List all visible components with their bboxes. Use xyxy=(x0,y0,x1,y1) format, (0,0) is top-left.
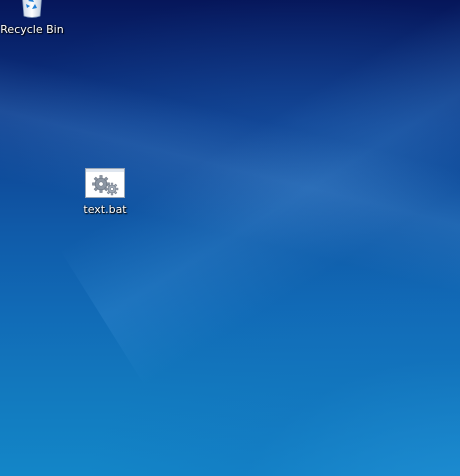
text-bat-label: text.bat xyxy=(83,203,127,216)
recycle-bin-icon xyxy=(15,0,49,20)
desktop-icon-text-bat[interactable]: text.bat xyxy=(69,168,141,216)
desktop[interactable]: Recycle Bin text.bat xyxy=(0,0,460,476)
recycle-bin-label: Recycle Bin xyxy=(0,23,64,36)
batch-file-icon xyxy=(85,168,125,200)
desktop-icon-recycle-bin[interactable]: Recycle Bin xyxy=(0,0,68,36)
